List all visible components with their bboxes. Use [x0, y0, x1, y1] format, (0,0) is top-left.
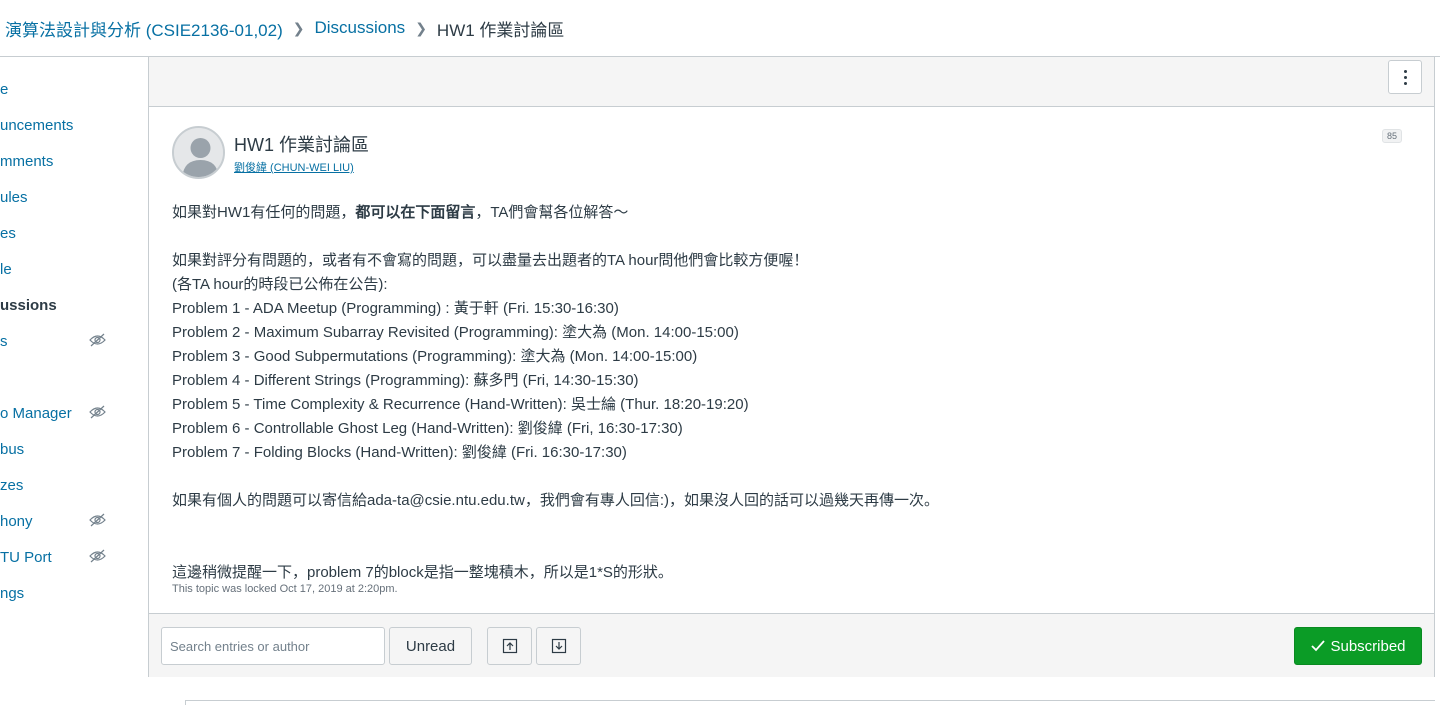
avatar[interactable]: [172, 126, 225, 179]
sidebar-item[interactable]: e: [0, 71, 148, 107]
discussion-toolbar: [149, 57, 1434, 107]
subscribed-label: Subscribed: [1330, 637, 1406, 655]
hidden-from-students-icon: [89, 549, 106, 563]
expand-replies-button[interactable]: [536, 627, 581, 665]
hidden-from-students-icon: [89, 405, 106, 419]
message-line: (各TA hour的時段已公佈在公告):: [172, 276, 388, 293]
expand-down-icon: [551, 638, 566, 654]
sidebar-item-label: o Manager: [0, 404, 72, 422]
message-text: 如果對HW1有任何的問題，: [172, 204, 356, 221]
sidebar-item[interactable]: es: [0, 215, 148, 251]
sidebar-item[interactable]: ules: [0, 179, 148, 215]
message-line: 如果對評分有問題的，或者有不會寫的問題，可以盡量去出題者的TA hour問他們會…: [172, 252, 809, 269]
course-nav: e uncements mments ules es le ussions s o Manage…: [0, 57, 148, 705]
message-line: 這邊稍微提醒一下，problem 7的block是指一整塊積木，所以是1*S的形…: [172, 564, 673, 581]
collapse-replies-button[interactable]: [487, 627, 532, 665]
breadcrumb-current: HW1 作業討論區: [436, 20, 565, 40]
chevron-right-icon: ❯: [292, 19, 305, 36]
sidebar-item-label: ules: [0, 188, 28, 206]
problem-line: Problem 2 - Maximum Subarray Revisited (…: [172, 324, 739, 341]
topic-title: HW1 作業討論區: [234, 135, 369, 155]
breadcrumb: 演算法設計與分析 (CSIE2136-01,02) ❯ Discussions …: [0, 0, 1440, 57]
chevron-right-icon: ❯: [415, 19, 427, 36]
topic-message: 如果對HW1有任何的問題，都可以在下面留言，TA們會幫各位解答～ 如果對評分有問…: [172, 201, 1402, 585]
sidebar-item[interactable]: mments: [0, 143, 148, 179]
problem-line: Problem 4 - Different Strings (Programmi…: [172, 372, 639, 389]
sidebar-item-label: e: [0, 80, 9, 98]
problem-line: Problem 5 - Time Complexity & Recurrence…: [172, 396, 749, 413]
sidebar-item[interactable]: le: [0, 251, 148, 287]
hidden-from-students-icon: [89, 333, 106, 347]
discussion-topic: HW1 作業討論區 劉俊緯 (CHUN-WEI LIU) 85 如果對HW1有任…: [149, 107, 1434, 612]
sidebar-item-label: bus: [0, 440, 25, 458]
message-line: 如果對HW1有任何的問題，都可以在下面留言，TA們會幫各位解答～: [172, 201, 1402, 225]
discussion-footer-toolbar: Unread Subscribed: [149, 613, 1434, 677]
discussion-panel: HW1 作業討論區 劉俊緯 (CHUN-WEI LIU) 85 如果對HW1有任…: [148, 57, 1435, 677]
sidebar-item-label: TU Port: [0, 548, 52, 566]
search-input[interactable]: [161, 627, 385, 665]
sidebar-item[interactable]: o Manager: [0, 395, 148, 431]
sidebar-item[interactable]: [0, 359, 148, 395]
user-silhouette-icon: [174, 128, 223, 177]
sidebar-item-label: s: [0, 332, 8, 350]
unread-filter-button[interactable]: Unread: [389, 627, 472, 665]
problem-line: Problem 7 - Folding Blocks (Hand-Written…: [172, 444, 627, 461]
sidebar-item[interactable]: zes: [0, 467, 148, 503]
sidebar-item[interactable]: bus: [0, 431, 148, 467]
collapse-up-icon: [502, 638, 517, 654]
sidebar-item-label: ngs: [0, 584, 25, 602]
sidebar-item[interactable]: s: [0, 323, 148, 359]
sidebar-item[interactable]: TU Port: [0, 539, 148, 575]
reply-area-edge: [185, 700, 1435, 705]
topic-author-link[interactable]: 劉俊緯 (CHUN-WEI LIU): [234, 159, 354, 175]
sidebar-item-label: mments: [0, 152, 54, 170]
sidebar-item-label: zes: [0, 476, 24, 494]
breadcrumb-course-link[interactable]: 演算法設計與分析 (CSIE2136-01,02): [5, 16, 283, 41]
sidebar-item[interactable]: ussions: [0, 287, 148, 323]
sidebar-item[interactable]: uncements: [0, 107, 148, 143]
reply-count-badge: 85: [1381, 129, 1402, 143]
locked-note: This topic was locked Oct 17, 2019 at 2:…: [172, 583, 398, 595]
message-line: 如果有個人的問題可以寄信給ada-ta@csie.ntu.edu.tw，我們會有…: [172, 492, 939, 509]
message-text: ，TA們會幫各位解答～: [475, 204, 629, 221]
sidebar-item[interactable]: hony: [0, 503, 148, 539]
hidden-from-students-icon: [89, 513, 106, 527]
breadcrumb-discussions-link[interactable]: Discussions: [314, 18, 405, 38]
sidebar-item-label: hony: [0, 512, 33, 530]
sidebar-item-label: le: [0, 260, 12, 278]
subscribed-button[interactable]: Subscribed: [1294, 627, 1422, 665]
message-bold-text: 都可以在下面留言: [355, 204, 476, 221]
sidebar-item-label: uncements: [0, 116, 74, 134]
sidebar-item[interactable]: ngs: [0, 575, 148, 611]
sidebar-item-label: ussions: [0, 296, 57, 314]
problem-line: Problem 1 - ADA Meetup (Programming) : 黃…: [172, 300, 619, 317]
sidebar-item-label: es: [0, 224, 16, 242]
problem-line: Problem 3 - Good Subpermutations (Progra…: [172, 348, 698, 365]
checkmark-icon: [1311, 640, 1326, 652]
problem-line: Problem 6 - Controllable Ghost Leg (Hand…: [172, 420, 683, 437]
more-options-icon[interactable]: [1388, 60, 1422, 94]
